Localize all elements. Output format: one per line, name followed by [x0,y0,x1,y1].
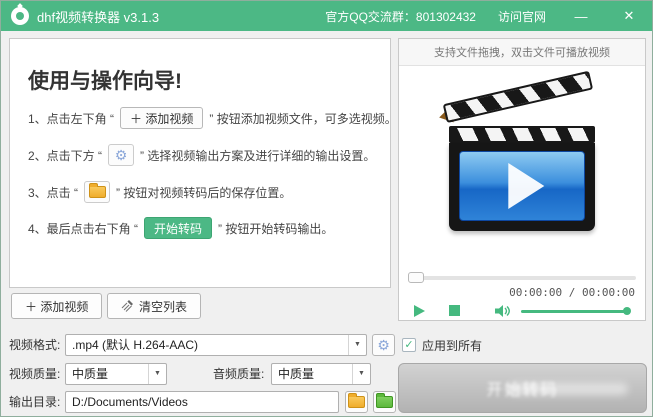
video-quality-value: 中质量 [72,367,108,381]
start-transcode-button[interactable]: 开始转码 [398,363,647,413]
browse-output-folder-button[interactable] [345,391,368,413]
video-stage [399,69,645,264]
official-site-link[interactable]: 访问官网 [498,8,546,25]
add-video-example-button: ＋ 添加视频 [120,107,203,129]
format-settings-button[interactable]: ⚙ [372,334,395,356]
clear-list-button-label: 清空列表 [139,298,187,315]
seek-handle[interactable] [408,272,424,283]
output-dir-label: 输出目录: [9,391,60,413]
drop-hint-text: 支持文件拖拽，双击文件可播放视频 [399,39,645,66]
apply-to-all-label: 应用到所有 [422,335,482,357]
close-button[interactable]: ✕ [616,8,642,24]
broom-icon [121,300,133,312]
chevron-down-icon[interactable]: ▼ [352,364,370,384]
clapperboard-image [441,82,603,252]
step-3-text-pre: 3、点击 “ [28,184,78,201]
audio-quality-label: 音频质量: [213,363,264,385]
add-video-button[interactable]: ＋ 添加视频 [11,293,102,319]
folder-icon [89,186,106,198]
settings-example-button: ⚙ [108,144,134,166]
app-window: dhf视频转换器 v3.1.3 官方QQ交流群：801302432 访问官网 —… [0,0,653,417]
output-dir-input[interactable] [65,391,339,413]
start-transcode-example-button: 开始转码 [144,217,212,239]
open-folder-icon [376,396,393,408]
folder-icon [348,396,365,408]
step-1-text-pre: 1、点击左下角 “ [28,110,114,127]
player-panel[interactable]: 支持文件拖拽，双击文件可播放视频 00:00:00 / 00:00:00 [398,38,646,321]
clapper-stripe-bar [449,126,595,143]
chevron-down-icon[interactable]: ▼ [348,335,366,355]
play-overlay-icon [508,163,544,209]
volume-icon[interactable] [495,304,511,318]
qq-group-text: 官方QQ交流群：801302432 [325,8,476,25]
guide-step-3: 3、点击 “ ” 按钮对视频转码后的保存位置。 [28,179,382,205]
player-controls [399,303,645,321]
clapper-top-stick [443,70,593,122]
clapper-screen [459,151,585,221]
play-button[interactable] [414,305,425,317]
apply-to-all-checkbox[interactable]: ✓ [402,338,416,352]
gear-icon: ⚙ [377,338,390,352]
volume-slider[interactable] [521,310,629,313]
time-display: 00:00:00 / 00:00:00 [509,286,635,299]
seek-track[interactable] [408,276,636,280]
step-2-text-pre: 2、点击下方 “ [28,147,102,164]
audio-quality-value: 中质量 [278,367,314,381]
folder-example-button [84,181,110,203]
guide-step-1: 1、点击左下角 “ ＋ 添加视频 ” 按钮添加视频文件，可多选视频。 [28,105,382,131]
step-4-text-pre: 4、最后点击右下角 “ [28,220,138,237]
gear-icon: ⚙ [115,148,128,162]
blurred-text-overlay [508,383,628,395]
chevron-down-icon[interactable]: ▼ [148,364,166,384]
step-1-text-post: ” 按钮添加视频文件，可多选视频。 [209,110,396,127]
step-4-text-post: ” 按钮开始转码输出。 [218,220,333,237]
minimize-button[interactable]: — [568,9,594,24]
video-quality-select[interactable]: 中质量 ▼ [65,363,167,385]
stop-button[interactable] [449,305,460,316]
volume-slider-handle[interactable] [623,307,631,315]
guide-step-4: 4、最后点击右下角 “ 开始转码 ” 按钮开始转码输出。 [28,215,382,241]
audio-quality-select[interactable]: 中质量 ▼ [271,363,371,385]
guide-title: 使用与操作向导! [28,65,182,95]
app-logo-icon [11,7,29,25]
video-format-label: 视频格式: [9,334,60,356]
seek-bar[interactable] [408,272,636,284]
video-format-value: .mp4 (默认 H.264-AAC) [72,338,198,352]
video-format-select[interactable]: .mp4 (默认 H.264-AAC) ▼ [65,334,367,356]
step-2-text-post: ” 选择视频输出方案及进行详细的输出设置。 [140,147,375,164]
clapper-body [449,143,595,231]
video-quality-label: 视频质量: [9,363,60,385]
guide-step-2: 2、点击下方 “ ⚙ ” 选择视频输出方案及进行详细的输出设置。 [28,142,382,168]
app-title: dhf视频转换器 v3.1.3 [37,7,159,26]
step-3-text-post: ” 按钮对视频转码后的保存位置。 [116,184,291,201]
open-output-folder-button[interactable] [373,391,396,413]
file-list-panel: 使用与操作向导! 1、点击左下角 “ ＋ 添加视频 ” 按钮添加视频文件，可多选… [9,38,391,288]
add-video-button-label: ＋ 添加视频 [25,298,88,315]
clear-list-button[interactable]: 清空列表 [107,293,201,319]
title-bar: dhf视频转换器 v3.1.3 官方QQ交流群：801302432 访问官网 —… [1,1,652,31]
